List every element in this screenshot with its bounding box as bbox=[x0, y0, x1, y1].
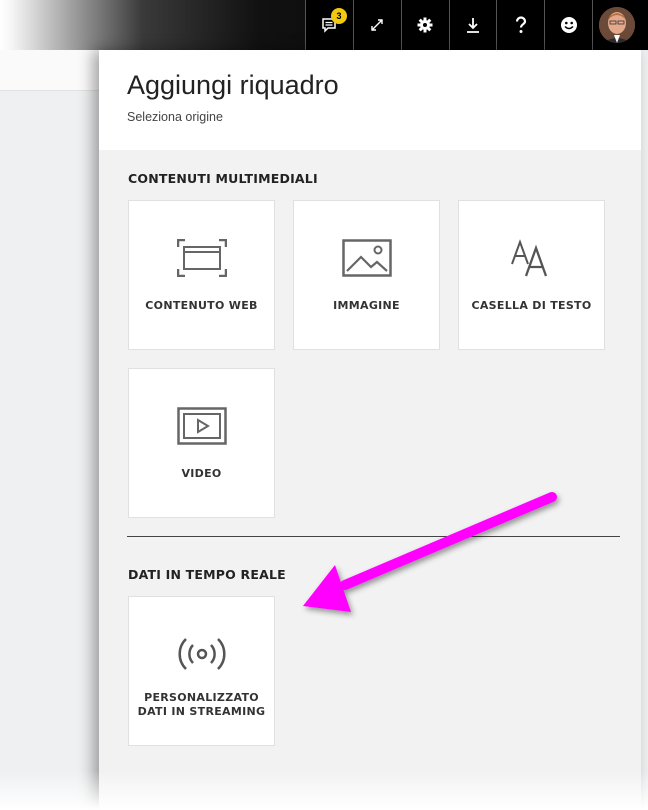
tile-text-box[interactable]: CASELLA DI TESTO bbox=[458, 200, 605, 350]
realtime-section-heading: DATI IN TEMPO REALE bbox=[128, 567, 286, 582]
streaming-icon bbox=[177, 636, 227, 676]
download-button[interactable] bbox=[448, 0, 497, 50]
tile-custom-streaming-label-line2: DATI IN STREAMING bbox=[137, 705, 266, 718]
tile-image-label: IMMAGINE bbox=[333, 299, 400, 312]
section-divider bbox=[127, 536, 620, 537]
tile-web-content-label: CONTENUTO WEB bbox=[145, 299, 258, 312]
tile-video[interactable]: VIDEO bbox=[128, 368, 275, 518]
fullscreen-button[interactable] bbox=[352, 0, 401, 50]
add-tile-panel: Aggiungi riquadro Seleziona origine CONT… bbox=[99, 50, 641, 810]
help-button[interactable] bbox=[496, 0, 544, 50]
panel-title: Aggiungi riquadro bbox=[127, 70, 339, 100]
tile-text-box-label: CASELLA DI TESTO bbox=[471, 299, 592, 312]
web-content-icon bbox=[176, 238, 227, 281]
tile-custom-streaming-label-line1: PERSONALIZZATO bbox=[144, 691, 259, 704]
settings-button[interactable] bbox=[400, 0, 449, 50]
tile-custom-streaming-label: PERSONALIZZATO DATI IN STREAMING bbox=[133, 691, 270, 719]
expand-icon bbox=[369, 17, 385, 33]
text-box-icon bbox=[510, 238, 554, 282]
tile-image[interactable]: IMMAGINE bbox=[293, 200, 440, 350]
help-icon bbox=[514, 16, 528, 34]
bottom-fade bbox=[0, 770, 648, 810]
top-toolbar: 3 bbox=[305, 0, 640, 50]
video-icon bbox=[176, 407, 227, 449]
panel-subtitle: Seleziona origine bbox=[127, 110, 223, 124]
tile-web-content[interactable]: CONTENUTO WEB bbox=[128, 200, 275, 350]
download-icon bbox=[465, 16, 481, 34]
feedback-icon bbox=[560, 16, 578, 34]
notifications-button[interactable]: 3 bbox=[305, 0, 353, 50]
image-icon bbox=[341, 239, 392, 281]
account-button[interactable] bbox=[592, 0, 640, 50]
panel-header: Aggiungi riquadro Seleziona origine bbox=[99, 50, 641, 150]
tile-custom-streaming-data[interactable]: PERSONALIZZATO DATI IN STREAMING bbox=[128, 596, 275, 746]
tile-video-label: VIDEO bbox=[181, 467, 222, 480]
app-content-strip bbox=[0, 50, 100, 91]
feedback-button[interactable] bbox=[544, 0, 592, 50]
settings-icon bbox=[416, 16, 434, 34]
notifications-badge: 3 bbox=[331, 8, 347, 24]
media-section-heading: CONTENUTI MULTIMEDIALI bbox=[128, 171, 318, 186]
avatar bbox=[598, 7, 635, 43]
